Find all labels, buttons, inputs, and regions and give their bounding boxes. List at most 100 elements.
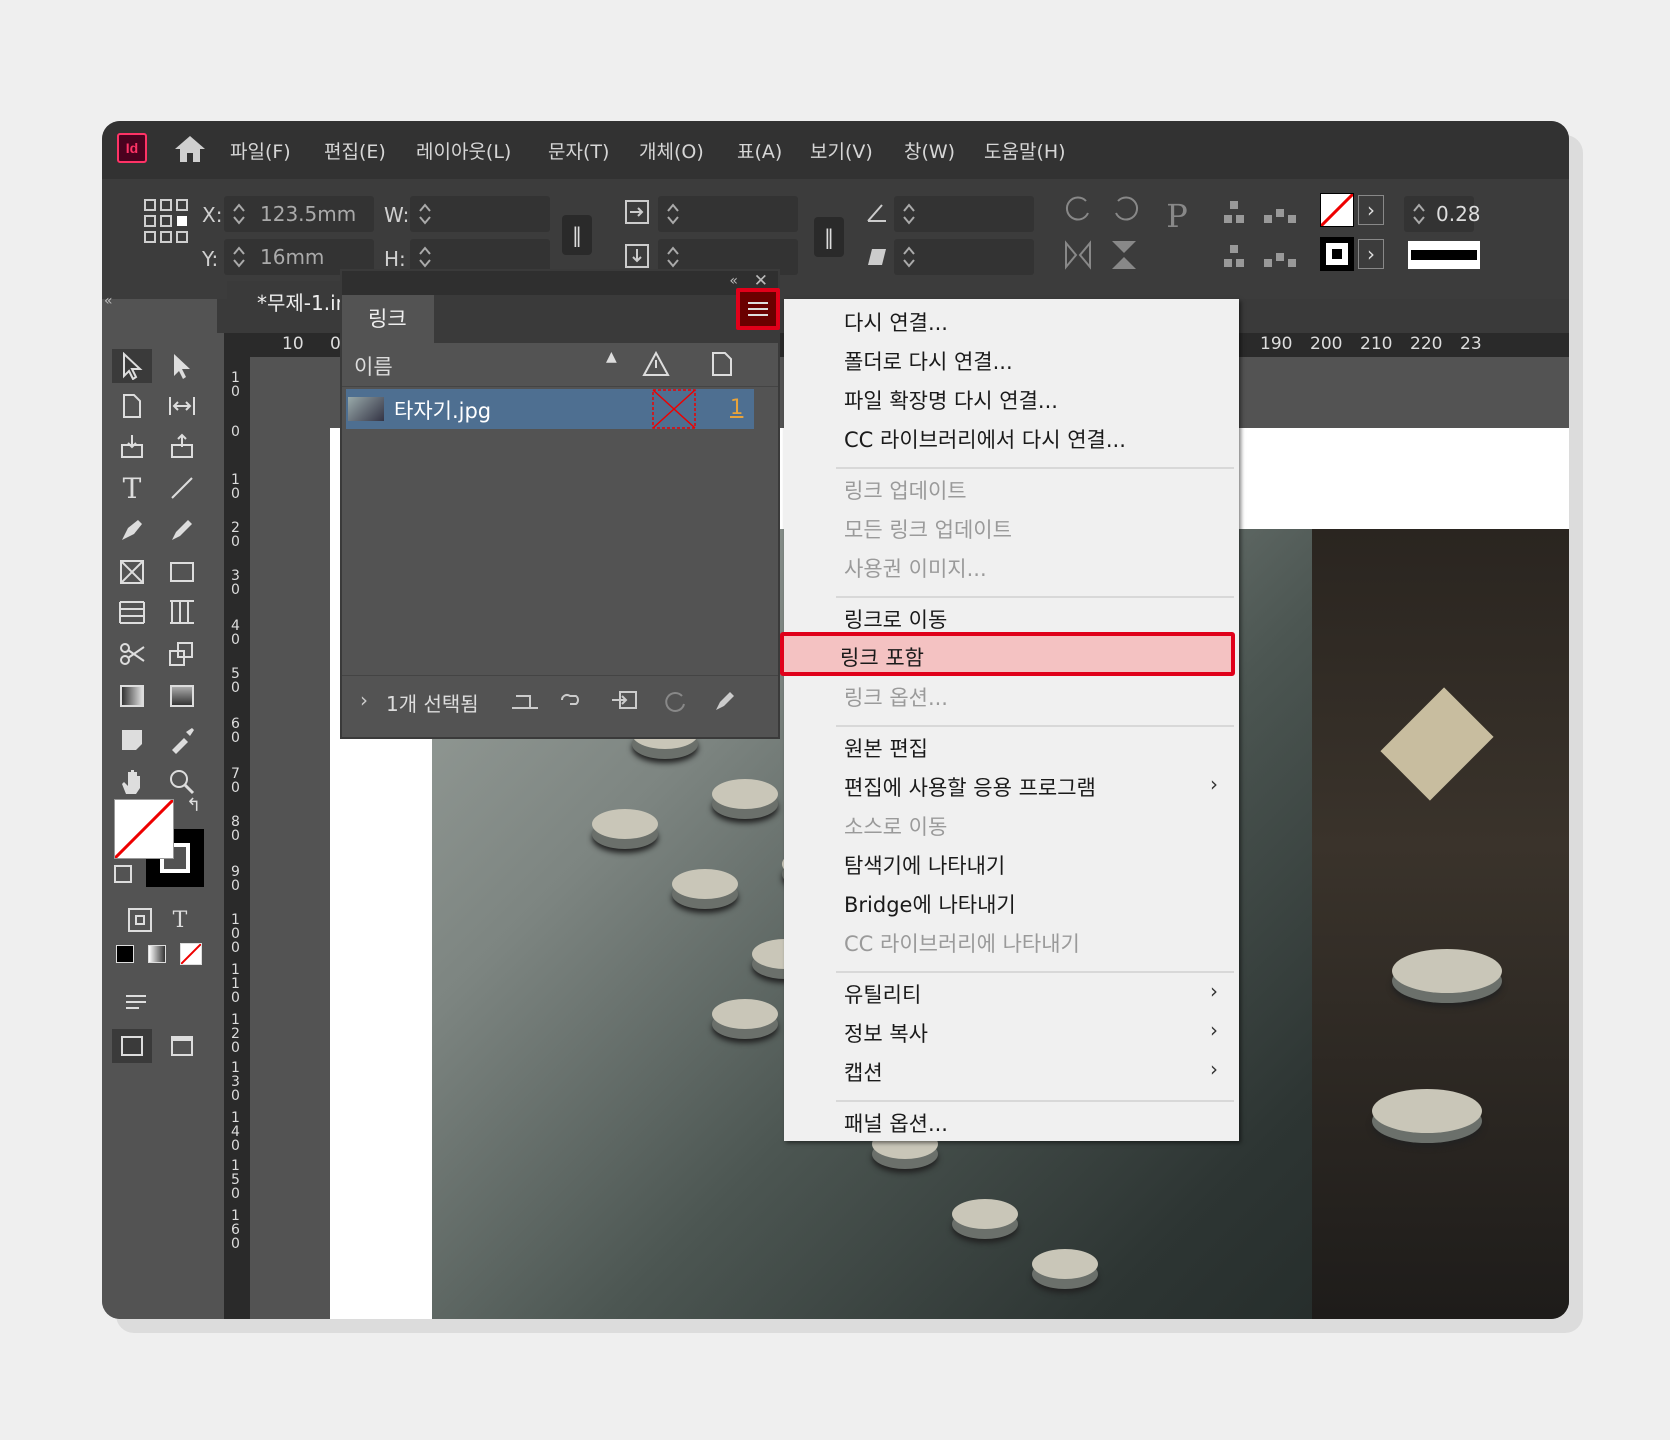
- tab-links[interactable]: 링크: [342, 295, 434, 343]
- swap-colors-icon[interactable]: ↰: [186, 795, 201, 816]
- menu-item[interactable]: 캡션: [844, 1057, 883, 1087]
- menu-item[interactable]: 패널 옵션...: [844, 1108, 948, 1138]
- ruler-label: 3 0: [231, 568, 240, 598]
- rotate-icons[interactable]: [1062, 191, 1142, 227]
- gap-tool-icon[interactable]: [162, 389, 202, 423]
- stroke-weight-field[interactable]: 0.28: [1404, 196, 1481, 232]
- stroke-type-swatch[interactable]: [1408, 241, 1480, 269]
- align-icons[interactable]: [1220, 199, 1310, 279]
- menu-edit[interactable]: 편집(E): [324, 137, 386, 164]
- menu-item[interactable]: 탐색기에 나타내기: [844, 850, 1005, 880]
- rectangle-tool-icon[interactable]: [162, 555, 202, 589]
- rotate-angle-icon: [867, 204, 886, 222]
- constrain-scale-icon[interactable]: ‖: [814, 217, 844, 257]
- fill-swatch[interactable]: [1319, 192, 1355, 228]
- ruler-label: 8 0: [231, 814, 240, 844]
- constrain-proportions-icon[interactable]: ‖: [562, 215, 592, 255]
- menu-item[interactable]: 폴더로 다시 연결...: [844, 346, 1013, 376]
- formatting-text-icon[interactable]: T: [160, 903, 200, 937]
- pencil-tool-icon[interactable]: [162, 513, 202, 547]
- vertical-ruler: 1 0 0 1 0 2 0 3 0 4 0 5 0 6 0 7 0 8 0 9 0 1 0 0 1 1 …: [224, 333, 250, 1319]
- menu-item[interactable]: Bridge에 나타내기: [844, 889, 1016, 919]
- menu-file[interactable]: 파일(F): [230, 137, 291, 164]
- cc-library-icon[interactable]: [508, 688, 542, 714]
- screen-mode-icon[interactable]: [162, 1029, 202, 1063]
- stroke-swatch[interactable]: [1320, 237, 1354, 271]
- panel-menu-button[interactable]: [736, 288, 780, 330]
- direct-selection-tool-icon[interactable]: [162, 349, 202, 383]
- gradient-swatch-tool-icon[interactable]: [112, 679, 152, 713]
- type-tool-icon[interactable]: T: [112, 471, 152, 505]
- fill-arrow-icon[interactable]: ›: [1358, 195, 1384, 225]
- menu-layout[interactable]: 레이아웃(L): [416, 137, 511, 164]
- menu-table[interactable]: 표(A): [737, 137, 782, 164]
- sort-ascending-icon[interactable]: ▲: [606, 349, 617, 365]
- document-tab[interactable]: *무제-1.ind: [227, 281, 361, 333]
- eyedropper-tool-icon[interactable]: [162, 723, 202, 757]
- table-tool-icon[interactable]: [112, 595, 152, 629]
- note-tool-icon[interactable]: [112, 723, 152, 757]
- zoom-tool-icon[interactable]: [162, 765, 202, 799]
- home-icon[interactable]: [172, 133, 208, 165]
- embedded-status-icon: [652, 389, 696, 429]
- link-page-number[interactable]: 1: [730, 395, 743, 419]
- edit-in-incopy-icon[interactable]: [116, 985, 156, 1019]
- text-wrap-icon[interactable]: P: [1154, 197, 1200, 247]
- scale-y-icon[interactable]: [624, 243, 650, 269]
- default-colors-icon[interactable]: [114, 865, 132, 883]
- line-tool-icon[interactable]: [162, 471, 202, 505]
- go-to-link-icon[interactable]: [610, 688, 640, 712]
- column-tool-icon[interactable]: [162, 595, 202, 629]
- formatting-container-icon[interactable]: [120, 903, 160, 937]
- reference-point-icon[interactable]: [142, 197, 190, 245]
- page-column-icon[interactable]: [710, 351, 734, 377]
- w-field[interactable]: [410, 196, 550, 232]
- shear-field[interactable]: [894, 239, 1034, 275]
- collapse-tools-icon[interactable]: «: [104, 293, 113, 309]
- menu-item[interactable]: CC 라이브러리에서 다시 연결...: [844, 424, 1126, 454]
- expand-info-icon[interactable]: ›: [360, 688, 368, 712]
- fill-color-front[interactable]: [113, 798, 175, 860]
- menu-item[interactable]: 파일 확장명 다시 연결...: [844, 385, 1058, 415]
- menu-type[interactable]: 문자(T): [548, 137, 609, 164]
- menu-item-embed-link-label[interactable]: 링크 포함: [840, 642, 924, 672]
- edit-original-icon[interactable]: [712, 688, 738, 714]
- stroke-arrow-icon[interactable]: ›: [1358, 239, 1384, 269]
- menu-item[interactable]: 링크로 이동: [844, 604, 947, 634]
- collapse-panel-icon[interactable]: «: [729, 273, 738, 289]
- menu-item[interactable]: 유틸리티: [844, 979, 921, 1009]
- menu-window[interactable]: 창(W): [904, 137, 955, 164]
- hand-tool-icon[interactable]: [112, 765, 152, 799]
- menu-view[interactable]: 보기(V): [810, 137, 873, 164]
- menu-item[interactable]: 편집에 사용할 응용 프로그램: [844, 772, 1096, 802]
- column-name[interactable]: 이름: [354, 351, 393, 381]
- x-field[interactable]: 123.5mm: [224, 196, 374, 232]
- status-warning-icon[interactable]: [642, 351, 670, 377]
- page-tool-icon[interactable]: [112, 389, 152, 423]
- menu-item[interactable]: 정보 복사: [844, 1018, 928, 1048]
- update-link-icon[interactable]: [662, 688, 688, 714]
- apply-gradient-icon[interactable]: [148, 945, 166, 963]
- menu-help[interactable]: 도움말(H): [984, 137, 1066, 164]
- rectangle-frame-tool-icon[interactable]: [112, 555, 152, 589]
- apply-none-icon[interactable]: [180, 943, 202, 965]
- menu-item[interactable]: 다시 연결...: [844, 307, 948, 337]
- pen-tool-icon[interactable]: [112, 513, 152, 547]
- scissors-tool-icon[interactable]: [112, 637, 152, 671]
- link-row[interactable]: 타자기.jpg 1: [346, 389, 754, 429]
- rotate-field[interactable]: [894, 196, 1034, 232]
- scale-x-field[interactable]: [658, 196, 798, 232]
- menu-object[interactable]: 개체(O): [639, 137, 704, 164]
- scale-x-icon[interactable]: [624, 199, 650, 225]
- relink-icon[interactable]: [558, 690, 588, 710]
- apply-color-icon[interactable]: [116, 945, 134, 963]
- content-collector-icon[interactable]: [112, 429, 152, 463]
- selection-tool-icon[interactable]: [112, 349, 152, 383]
- content-placer-icon[interactable]: [162, 429, 202, 463]
- flip-icons[interactable]: [1062, 237, 1142, 273]
- menu-item[interactable]: 원본 편집: [844, 733, 928, 763]
- gradient-feather-tool-icon[interactable]: [162, 679, 202, 713]
- free-transform-tool-icon[interactable]: [162, 637, 202, 671]
- normal-mode-icon[interactable]: [112, 1029, 152, 1063]
- highlight-embed-link: 링크 포함: [780, 632, 1235, 676]
